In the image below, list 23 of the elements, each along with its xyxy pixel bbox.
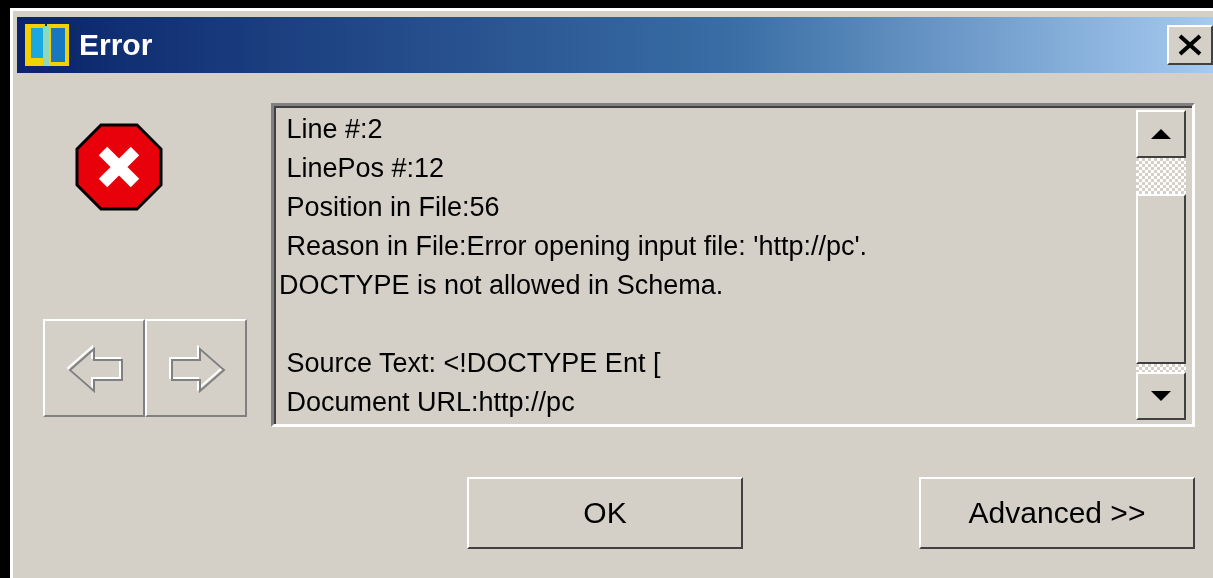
- down-triangle-icon: [1150, 390, 1172, 402]
- message-line: Reason in File:Error opening input file: 'http://pc'.: [285, 231, 868, 261]
- message-line: DOCTYPE is not allowed in Schema.: [279, 270, 724, 300]
- close-button[interactable]: [1167, 25, 1213, 65]
- message-line: Source Text: <!DOCTYPE Ent [: [285, 348, 661, 378]
- error-icon: [75, 123, 163, 211]
- message-line: Document URL:http://pc: [285, 387, 575, 417]
- scroll-down-button[interactable]: [1136, 372, 1186, 420]
- message-box[interactable]: Line #:2 LinePos #:12 Position in File:56 Reason in File:Error opening input file: 'http://pc'. DOCTYPE is not allowed in Schema. Source Text: <!DOCTYPE Ent [ Document URL:http://pc: [271, 103, 1195, 427]
- message-line: Line #:2: [285, 114, 383, 144]
- message-line: LinePos #:12: [285, 153, 445, 183]
- scrollbar-thumb[interactable]: [1136, 194, 1186, 364]
- left-arrow-icon: [64, 343, 124, 393]
- close-icon: [1177, 33, 1203, 57]
- right-arrow-icon: [166, 343, 226, 393]
- scrollbar-track[interactable]: [1136, 364, 1186, 372]
- scrollbar-track[interactable]: [1136, 158, 1186, 194]
- scroll-up-button[interactable]: [1136, 110, 1186, 158]
- advanced-button[interactable]: Advanced >>: [919, 477, 1195, 549]
- message-line: Position in File:56: [285, 192, 500, 222]
- window-title: Error: [79, 28, 154, 62]
- up-triangle-icon: [1150, 128, 1172, 140]
- ok-button[interactable]: OK: [467, 477, 743, 549]
